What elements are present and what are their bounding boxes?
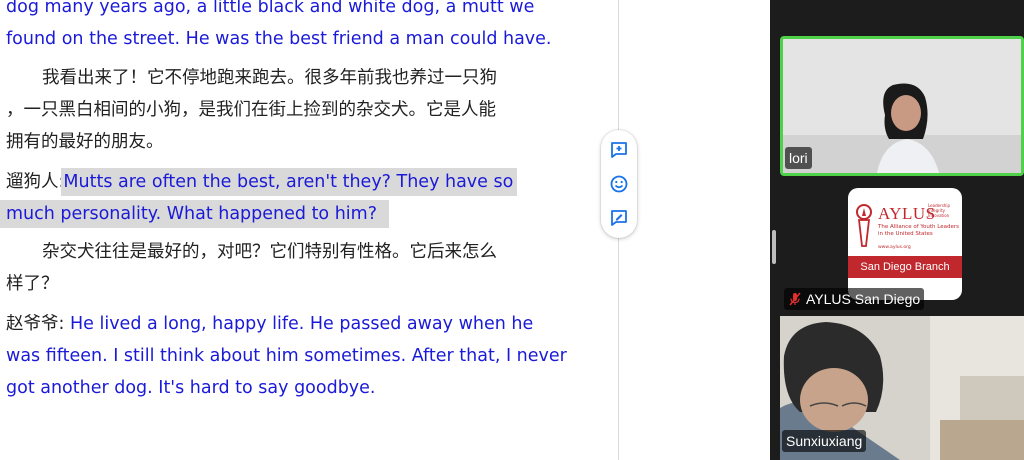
floating-comment-toolbar	[601, 130, 637, 238]
add-comment-icon[interactable]	[609, 140, 629, 160]
doc-line: 我看出来了！它不停地跑来跑去。很多年前我也养过一只狗	[42, 68, 497, 88]
doc-text: He lived a long, happy life. He passed a…	[69, 314, 534, 334]
document-pane[interactable]: dog many years ago, a little black and w…	[0, 0, 618, 460]
doc-line: found on the street. He was the best fri…	[6, 29, 552, 49]
torch-icon	[856, 204, 872, 247]
speaker-label: 赵爷爷:	[6, 314, 65, 334]
doc-line: was fifteen. I still think about him som…	[6, 346, 567, 366]
logo-subtitle: The Alliance of Youth Leaders in the Uni…	[878, 224, 959, 237]
doc-line: 样了？	[6, 274, 59, 294]
participant-name: AYLUS San Diego	[806, 291, 921, 307]
doc-line: dog many years ago, a little black and w…	[6, 0, 535, 17]
scrollbar-handle[interactable]	[772, 230, 776, 264]
logo-branch-band: San Diego Branch	[848, 256, 962, 278]
participant-tile-sunxiuxiang[interactable]: Sunxiuxiang	[780, 316, 1024, 460]
logo-wordmark: AYLUS	[878, 204, 936, 223]
blank-area	[619, 0, 770, 460]
suggest-edit-icon[interactable]	[609, 208, 629, 228]
logo-url: www.aylus.org	[878, 245, 911, 250]
doc-line: ，一只黑白相间的小狗，是我们在街上捡到的杂交犬。它是人能	[6, 100, 496, 120]
speaker-label: 遛狗人:	[6, 172, 65, 192]
logo-tagline: Leadership Integrity Innovation	[928, 203, 950, 218]
mic-muted-icon	[789, 292, 801, 306]
doc-line: 拥有的最好的朋友。	[6, 132, 164, 152]
participant-video	[783, 39, 1021, 173]
participant-name: Sunxiuxiang	[782, 430, 867, 452]
doc-line: got another dog. It's hard to say goodby…	[6, 378, 376, 398]
emoji-icon[interactable]	[609, 174, 629, 194]
participant-tile-lori[interactable]: lori	[780, 36, 1024, 176]
aylus-logo: AYLUS Leadership Integrity Innovation Th…	[848, 188, 962, 300]
doc-line: 遛狗人:Mutts are often the best, aren't the…	[6, 168, 518, 196]
doc-line: 杂交犬往往是最好的，对吧？它们特别有性格。它后来怎么	[42, 242, 497, 262]
doc-line: 赵爷爷: He lived a long, happy life. He pas…	[6, 311, 533, 337]
participant-name-tag: AYLUS San Diego	[784, 288, 925, 310]
highlighted-text[interactable]: Mutts are often the best, aren't they? T…	[61, 168, 518, 196]
participant-name: lori	[785, 147, 812, 169]
participant-tile-aylus[interactable]: AYLUS Leadership Integrity Innovation Th…	[780, 180, 1024, 314]
highlighted-text[interactable]: much personality. What happened to him?	[0, 200, 389, 228]
doc-line: much personality. What happened to him?	[0, 200, 389, 228]
